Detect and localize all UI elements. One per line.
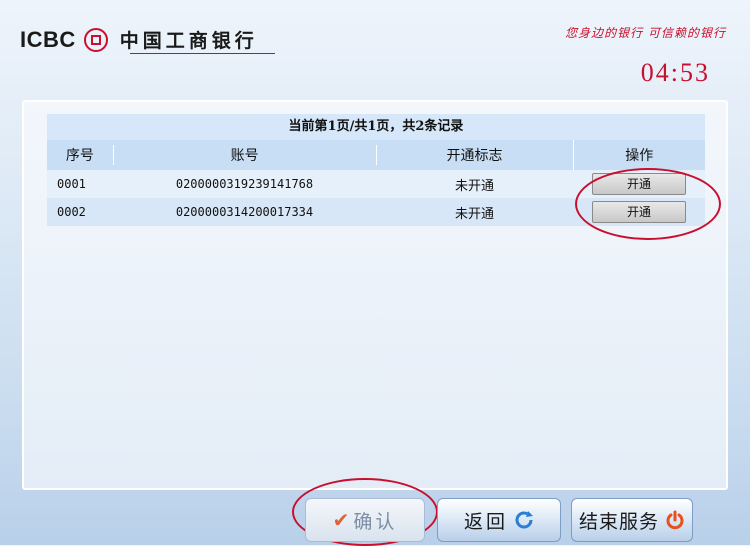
end-service-label: 结束服务	[578, 510, 659, 533]
power-icon	[666, 510, 684, 530]
column-header-no: 序号	[65, 148, 94, 164]
end-service-button[interactable]: 结束服务	[571, 498, 693, 542]
row-no: 0001	[57, 177, 86, 191]
table-header: 序号 账号 开通标志 操作	[47, 140, 705, 170]
column-header-action: 操作	[572, 140, 705, 170]
confirm-button[interactable]: ✔ 确认	[305, 498, 425, 542]
open-button[interactable]: 开通	[592, 173, 686, 195]
row-account: 0200000314200017334	[175, 205, 314, 219]
account-table: 当前第1页/共1页，共2条记录 序号 账号 开通标志 操作 0001 02000…	[47, 114, 705, 226]
header: ICBC 中国工商银行 您身边的银行 可信赖的银行 04:53	[0, 0, 750, 95]
row-status: 未开通	[454, 178, 494, 194]
page-info: 当前第1页/共1页，共2条记录	[47, 114, 705, 140]
bank-name: 中国工商银行	[119, 30, 258, 52]
row-action-cell: 开通	[573, 170, 705, 198]
column-header-status: 开通标志	[375, 145, 573, 165]
row-action-cell: 开通	[573, 198, 705, 226]
icbc-logo: ICBC 中国工商银行	[20, 26, 258, 53]
countdown-timer: 04:53	[640, 58, 710, 87]
row-no: 0002	[57, 205, 86, 219]
check-icon: ✔	[332, 508, 350, 532]
logo-underline	[130, 53, 275, 54]
table-row: 0002 0200000314200017334 未开通 开通	[47, 198, 705, 226]
confirm-label: 确认	[353, 510, 398, 533]
back-button[interactable]: 返回	[437, 498, 561, 542]
column-header-account: 账号	[112, 145, 376, 165]
content-panel: 当前第1页/共1页，共2条记录 序号 账号 开通标志 操作 0001 02000…	[22, 100, 728, 490]
row-status: 未开通	[454, 206, 494, 222]
icbc-logo-icon	[83, 27, 108, 52]
row-account: 0200000319239141768	[175, 177, 314, 191]
refresh-icon	[515, 511, 533, 529]
slogan: 您身边的银行 可信赖的银行	[565, 26, 726, 40]
table-row: 0001 0200000319239141768 未开通 开通	[47, 170, 705, 198]
logo-text: ICBC	[20, 26, 76, 52]
back-label: 返回	[463, 510, 508, 533]
open-button[interactable]: 开通	[592, 201, 686, 223]
